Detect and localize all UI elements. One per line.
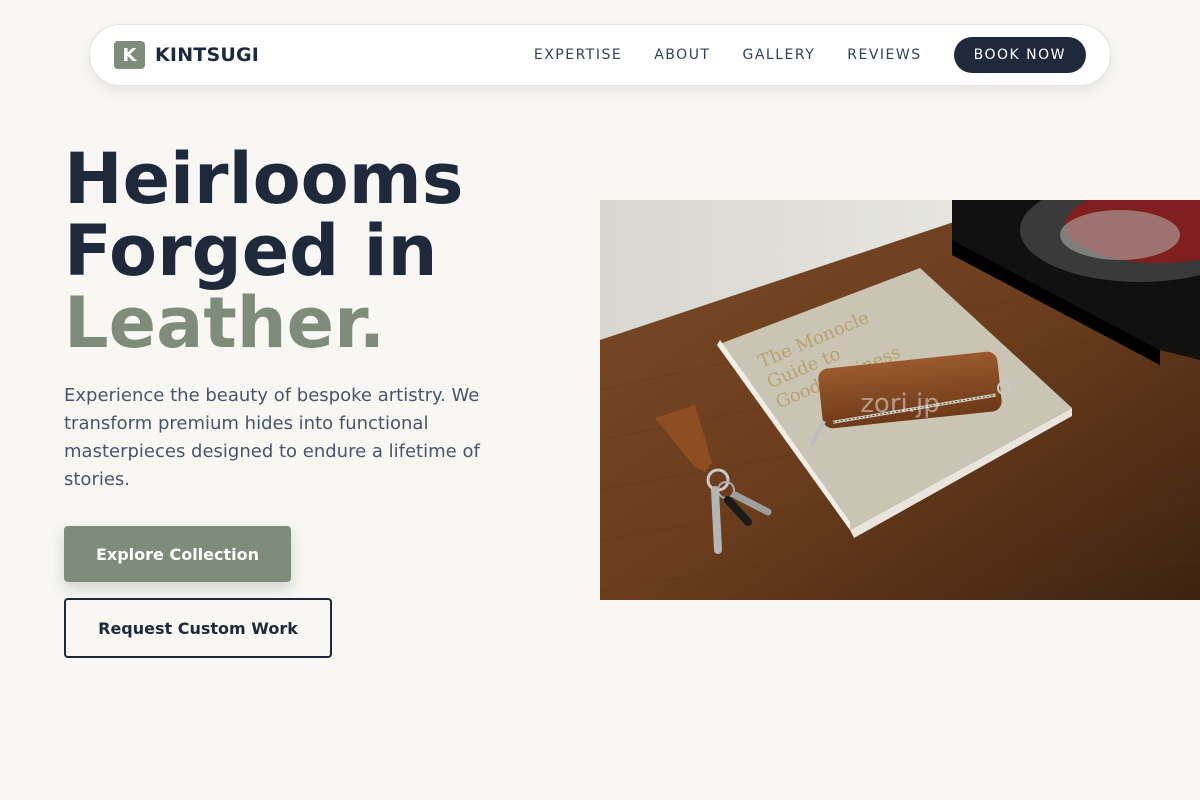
image-watermark: zori.jp	[860, 389, 939, 419]
book-now-button[interactable]: BOOK NOW	[953, 37, 1086, 73]
hero-description: Experience the beauty of bespoke artistr…	[64, 385, 480, 490]
brand-mark-icon: K	[114, 41, 145, 69]
hero-title-line-1: Heirlooms	[64, 138, 464, 220]
nav-link-about[interactable]: ABOUT	[654, 47, 710, 63]
hero-title: Heirlooms Forged in Leather.	[64, 143, 463, 359]
main-nav: EXPERTISE ABOUT GALLERY REVIEWS BOOK NOW	[534, 37, 1086, 73]
hero-photo-illustration: The Monocle Guide to Good Business zori.…	[600, 200, 1200, 600]
top-navbar: K KINTSUGI EXPERTISE ABOUT GALLERY REVIE…	[89, 24, 1111, 86]
nav-link-reviews[interactable]: REVIEWS	[847, 47, 921, 63]
hero-product-image: The Monocle Guide to Good Business zori.…	[600, 200, 1200, 600]
hero-title-accent: Leather.	[64, 282, 386, 364]
hero-title-line-2: Forged in	[64, 210, 438, 292]
nav-link-gallery[interactable]: GALLERY	[743, 47, 816, 63]
request-custom-work-button[interactable]: Request Custom Work	[64, 598, 332, 658]
explore-collection-button[interactable]: Explore Collection	[64, 526, 291, 582]
brand-name: KINTSUGI	[155, 44, 260, 66]
nav-link-expertise[interactable]: EXPERTISE	[534, 47, 622, 63]
brand-logo[interactable]: K KINTSUGI	[114, 41, 259, 69]
